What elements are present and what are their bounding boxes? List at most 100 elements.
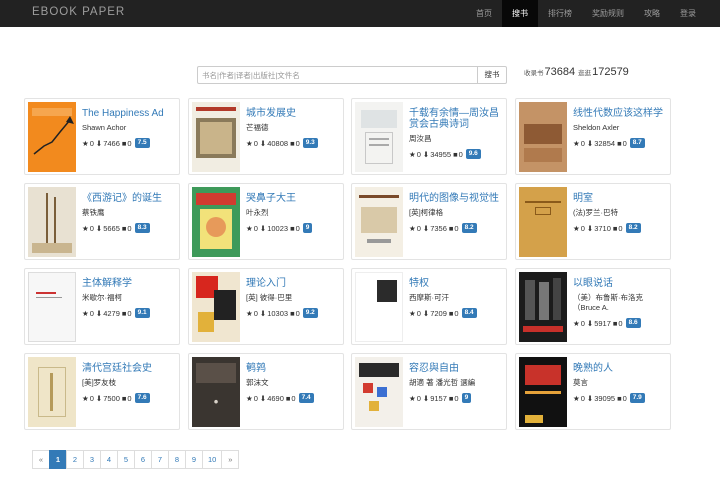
book-title[interactable]: 特权 <box>409 278 504 289</box>
book-title[interactable]: 哭鼻子大王 <box>246 193 341 204</box>
book-cover[interactable] <box>519 272 567 342</box>
comment-icon: ■ <box>617 393 622 403</box>
star-count: 0 <box>416 149 421 159</box>
book-cover[interactable] <box>519 357 567 427</box>
book-cover[interactable] <box>28 187 76 257</box>
star-icon: ★ <box>573 223 580 233</box>
nav-item-home[interactable]: 首页 <box>466 0 502 27</box>
book-cover[interactable] <box>28 272 76 342</box>
comment-icon: ■ <box>290 223 295 233</box>
book-cover[interactable] <box>355 357 403 427</box>
nav-item-guide[interactable]: 攻略 <box>634 0 670 27</box>
book-cover[interactable] <box>519 187 567 257</box>
pagination-page-4[interactable]: 4 <box>100 450 118 469</box>
book-card[interactable]: 城市发展史 芒福德 ★ 0 ⬇ 40808 ■ 0 9.3 <box>188 98 344 175</box>
book-title[interactable]: 晚熟的人 <box>573 363 668 374</box>
book-meta: ★ 0 ⬇ 5665 ■ 0 8.3 <box>82 223 150 233</box>
book-card[interactable]: 容忍與自由 胡適 著 潘光哲 選編 ★ 0 ⬇ 9157 ■ 0 9 <box>351 353 507 430</box>
rating-badge: 9.1 <box>134 308 150 318</box>
book-author: (法)罗兰·巴特 <box>573 208 618 217</box>
book-cover[interactable] <box>355 102 403 172</box>
pagination: «1 2 3 4 5 6 7 8 9 10» <box>32 450 240 469</box>
book-meta: ★ 0 ⬇ 5917 ■ 0 8.6 <box>573 318 641 328</box>
pagination-page-9[interactable]: 9 <box>185 450 203 469</box>
comment-icon: ■ <box>290 138 295 148</box>
nav-item-rewards[interactable]: 奖励规则 <box>582 0 634 27</box>
book-cover[interactable]: · <box>192 357 240 427</box>
book-card[interactable]: 晚熟的人 莫言 ★ 0 ⬇ 39095 ■ 0 7.9 <box>515 353 671 430</box>
comment-icon: ■ <box>121 393 127 403</box>
book-title[interactable]: 以眼说话 <box>573 278 668 289</box>
book-card[interactable]: 线性代数应该这样学 Sheldon Axler ★ 0 ⬇ 32854 ■ 0 8.7 <box>515 98 671 175</box>
pagination-page-7[interactable]: 7 <box>151 450 169 469</box>
book-card[interactable]: 以眼说话 （美）布鲁斯·布洛克（Bruce A. ★ 0 ⬇ 5917 ■ 0 8.6 <box>515 268 671 345</box>
book-cover[interactable] <box>28 357 76 427</box>
book-title[interactable]: 容忍與自由 <box>409 363 504 374</box>
book-card[interactable]: 哭鼻子大王 叶永烈 ★ 0 ⬇ 10023 ■ 0 9 <box>188 183 344 260</box>
search-button[interactable]: 搜书 <box>477 66 507 84</box>
book-cover[interactable] <box>192 272 240 342</box>
book-cover[interactable]: Privilege <box>355 272 403 342</box>
book-card[interactable]: 明室 (法)罗兰·巴特 ★ 0 ⬇ 3710 ■ 0 8.2 <box>515 183 671 260</box>
book-meta: ★ 0 ⬇ 10023 ■ 0 9 <box>246 223 313 233</box>
pagination-page-6[interactable]: 6 <box>134 450 152 469</box>
book-card[interactable]: 《西游记》的诞生 蔡铁鹰 ★ 0 ⬇ 5665 ■ 0 8.3 <box>24 183 180 260</box>
brand-logo[interactable]: EBOOK PAPER <box>32 6 125 18</box>
nav-item-ranking[interactable]: 排行榜 <box>538 0 582 27</box>
book-cover[interactable] <box>355 187 403 257</box>
book-author: 芒福德 <box>246 123 269 132</box>
book-card[interactable]: The Happiness Ad Shawn Achor ★ 0 ⬇ 7466 ■ 0 7.5 <box>24 98 180 175</box>
book-card[interactable]: 理论入门 [英] 彼得·巴里 ★ 0 ⬇ 10303 ■ 0 9.2 <box>188 268 344 345</box>
book-cover[interactable] <box>192 102 240 172</box>
reads-count-label: 逛逛 <box>578 70 592 77</box>
book-card[interactable]: Privilege 特权 西摩斯·可汗 ★ 0 ⬇ 7209 ■ 0 8.4 <box>351 268 507 345</box>
download-count: 34955 <box>430 149 452 159</box>
nav-menu: 首页 搜书 排行榜 奖励规则 攻略 登录 <box>466 0 706 27</box>
book-card[interactable]: · 鹌鹑 郭沫文 ★ 0 ⬇ 4690 ■ 0 7.4 <box>188 353 344 430</box>
download-count: 10303 <box>267 308 289 318</box>
download-count: 4690 <box>267 393 284 403</box>
nav-item-login[interactable]: 登录 <box>670 0 706 27</box>
star-count: 0 <box>89 308 94 318</box>
star-icon: ★ <box>246 393 253 403</box>
book-meta: ★ 0 ⬇ 34955 ■ 0 9.6 <box>409 149 481 159</box>
comment-count: 0 <box>295 223 300 233</box>
book-title[interactable]: 清代宫廷社会史 <box>82 363 177 374</box>
pagination-page-1[interactable]: 1 <box>49 450 67 469</box>
book-author: 郭沫文 <box>246 378 269 387</box>
book-title[interactable]: 《西游记》的诞生 <box>82 193 177 204</box>
pagination-page-2[interactable]: 2 <box>66 450 84 469</box>
book-title[interactable]: 主体解释学 <box>82 278 177 289</box>
nav-item-search[interactable]: 搜书 <box>502 0 538 27</box>
book-title[interactable]: 理论入门 <box>246 278 341 289</box>
pagination-page-5[interactable]: 5 <box>117 450 135 469</box>
download-icon: ⬇ <box>259 223 267 233</box>
pagination-page-10[interactable]: 10 <box>202 450 223 469</box>
book-author: 蔡铁鹰 <box>82 208 105 217</box>
book-title[interactable]: 明室 <box>573 193 668 204</box>
book-cover[interactable] <box>192 187 240 257</box>
book-cover[interactable] <box>28 102 76 172</box>
rating-badge: 9.3 <box>302 138 318 148</box>
comment-count: 0 <box>618 223 623 233</box>
pagination-page-3[interactable]: 3 <box>83 450 101 469</box>
book-card[interactable]: 明代的图像与视觉性 [英]柯律格 ★ 0 ⬇ 7356 ■ 0 8.2 <box>351 183 507 260</box>
pagination-prev[interactable]: « <box>32 450 50 469</box>
star-count: 0 <box>580 318 585 328</box>
download-count: 9157 <box>430 393 447 403</box>
book-title[interactable]: The Happiness Ad <box>82 108 177 119</box>
book-cover[interactable] <box>519 102 567 172</box>
book-title[interactable]: 明代的图像与视觉性 <box>409 193 504 204</box>
search-input[interactable] <box>197 66 478 84</box>
book-card[interactable]: 主体解释学 米歇尔·福柯 ★ 0 ⬇ 4279 ■ 0 9.1 <box>24 268 180 345</box>
comment-count: 0 <box>295 138 300 148</box>
book-title[interactable]: 线性代数应该这样学 <box>573 108 668 119</box>
book-author: 胡適 著 潘光哲 選編 <box>409 378 476 387</box>
book-title[interactable]: 鹌鹑 <box>246 363 341 374</box>
book-title[interactable]: 城市发展史 <box>246 108 341 119</box>
book-title[interactable]: 千载有余情—周汝昌赏会古典诗词 <box>409 108 504 130</box>
book-card[interactable]: 清代宫廷社会史 [美]罗友枝 ★ 0 ⬇ 7500 ■ 0 7.6 <box>24 353 180 430</box>
pagination-page-8[interactable]: 8 <box>168 450 186 469</box>
pagination-next[interactable]: » <box>221 450 240 469</box>
book-card[interactable]: 千载有余情—周汝昌赏会古典诗词 周汝昌 ★ 0 ⬇ 34955 ■ 0 9.6 <box>351 98 507 175</box>
